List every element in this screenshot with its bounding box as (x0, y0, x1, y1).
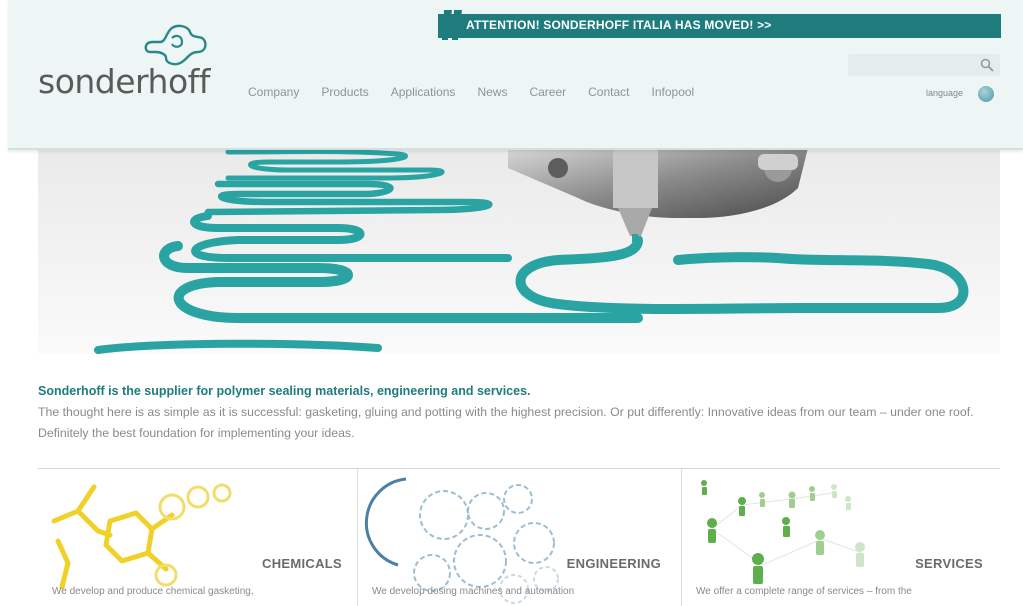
intro-paragraph: The thought here is as simple as it is s… (38, 405, 974, 440)
nav-products[interactable]: Products (321, 85, 368, 105)
attention-banner[interactable]: ATTENTION! SONDERHOFF ITALIA HAS MOVED! … (438, 10, 1001, 40)
nav-infopool[interactable]: Infopool (652, 85, 695, 105)
services-teaser[interactable]: SERVICES We offer a complete range of se… (681, 469, 1001, 606)
nav-news[interactable]: News (477, 85, 507, 105)
nav-career[interactable]: Career (529, 85, 566, 105)
search-icon[interactable] (980, 58, 994, 72)
chemicals-title[interactable]: CHEMICALS (258, 556, 346, 571)
hero-image (38, 148, 1000, 354)
search-input[interactable] (852, 57, 976, 73)
nav-applications[interactable]: Applications (391, 85, 456, 105)
language-label[interactable]: language (926, 88, 963, 98)
chemicals-text: We develop and produce chemical gasketin… (52, 586, 254, 597)
main-nav: Company Products Applications News Caree… (248, 85, 716, 105)
globe-icon[interactable] (978, 86, 994, 102)
logo-wordmark: sonderhoff (38, 62, 210, 101)
engineering-teaser[interactable]: ENGINEERING We develop dosing machines a… (357, 469, 681, 606)
nav-company[interactable]: Company (248, 85, 299, 105)
engineering-title[interactable]: ENGINEERING (562, 556, 665, 571)
site-header: sonderhoff ATTENTION! SONDERHOFF ITALIA … (8, 0, 1023, 150)
logo[interactable]: sonderhoff (38, 22, 210, 112)
hero-illustration (38, 148, 1000, 354)
attention-text: ATTENTION! SONDERHOFF ITALIA HAS MOVED! … (466, 18, 772, 32)
chemicals-teaser[interactable]: CHEMICALS We develop and produce chemica… (38, 469, 356, 606)
search-box[interactable] (848, 54, 1000, 76)
engineering-text: We develop dosing machines and automatio… (372, 586, 575, 597)
services-title[interactable]: SERVICES (911, 556, 987, 571)
attention-bang-icon (442, 10, 462, 40)
intro-headline: Sonderhoff is the supplier for polymer s… (38, 384, 531, 398)
nav-contact[interactable]: Contact (588, 85, 629, 105)
services-text: We offer a complete range of services – … (696, 586, 912, 597)
